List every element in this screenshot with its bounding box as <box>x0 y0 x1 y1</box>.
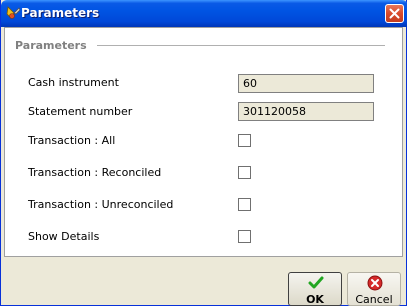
ok-button[interactable]: OK <box>288 272 342 306</box>
show-details-label: Show Details <box>28 230 100 243</box>
statement-number-label: Statement number <box>28 105 133 118</box>
transaction-unreconciled-label: Transaction : Unreconciled <box>28 198 174 211</box>
group-title: Parameters <box>15 39 87 52</box>
parameters-dialog: Parameters Parameters Cash instrument 60… <box>0 0 407 306</box>
cancel-icon <box>367 275 383 291</box>
window-title: Parameters <box>21 6 100 20</box>
transaction-unreconciled-checkbox[interactable] <box>238 198 251 211</box>
cash-instrument-label: Cash instrument <box>28 76 119 89</box>
transaction-all-checkbox[interactable] <box>238 134 251 147</box>
statement-number-field[interactable]: 301120058 <box>238 102 374 121</box>
cancel-button[interactable]: Cancel <box>347 272 401 306</box>
ok-button-label: OK <box>306 293 324 306</box>
cancel-button-label: Cancel <box>355 293 393 306</box>
close-button[interactable] <box>385 4 404 23</box>
group-divider <box>97 45 385 46</box>
title-bar[interactable]: Parameters <box>1 0 407 27</box>
cash-instrument-field[interactable]: 60 <box>238 74 374 93</box>
transaction-reconciled-label: Transaction : Reconciled <box>28 166 162 179</box>
transaction-all-label: Transaction : All <box>28 134 116 147</box>
show-details-checkbox[interactable] <box>238 230 251 243</box>
checkmark-icon <box>308 276 324 289</box>
app-icon <box>5 5 21 21</box>
transaction-reconciled-checkbox[interactable] <box>238 166 251 179</box>
close-icon <box>389 8 400 19</box>
